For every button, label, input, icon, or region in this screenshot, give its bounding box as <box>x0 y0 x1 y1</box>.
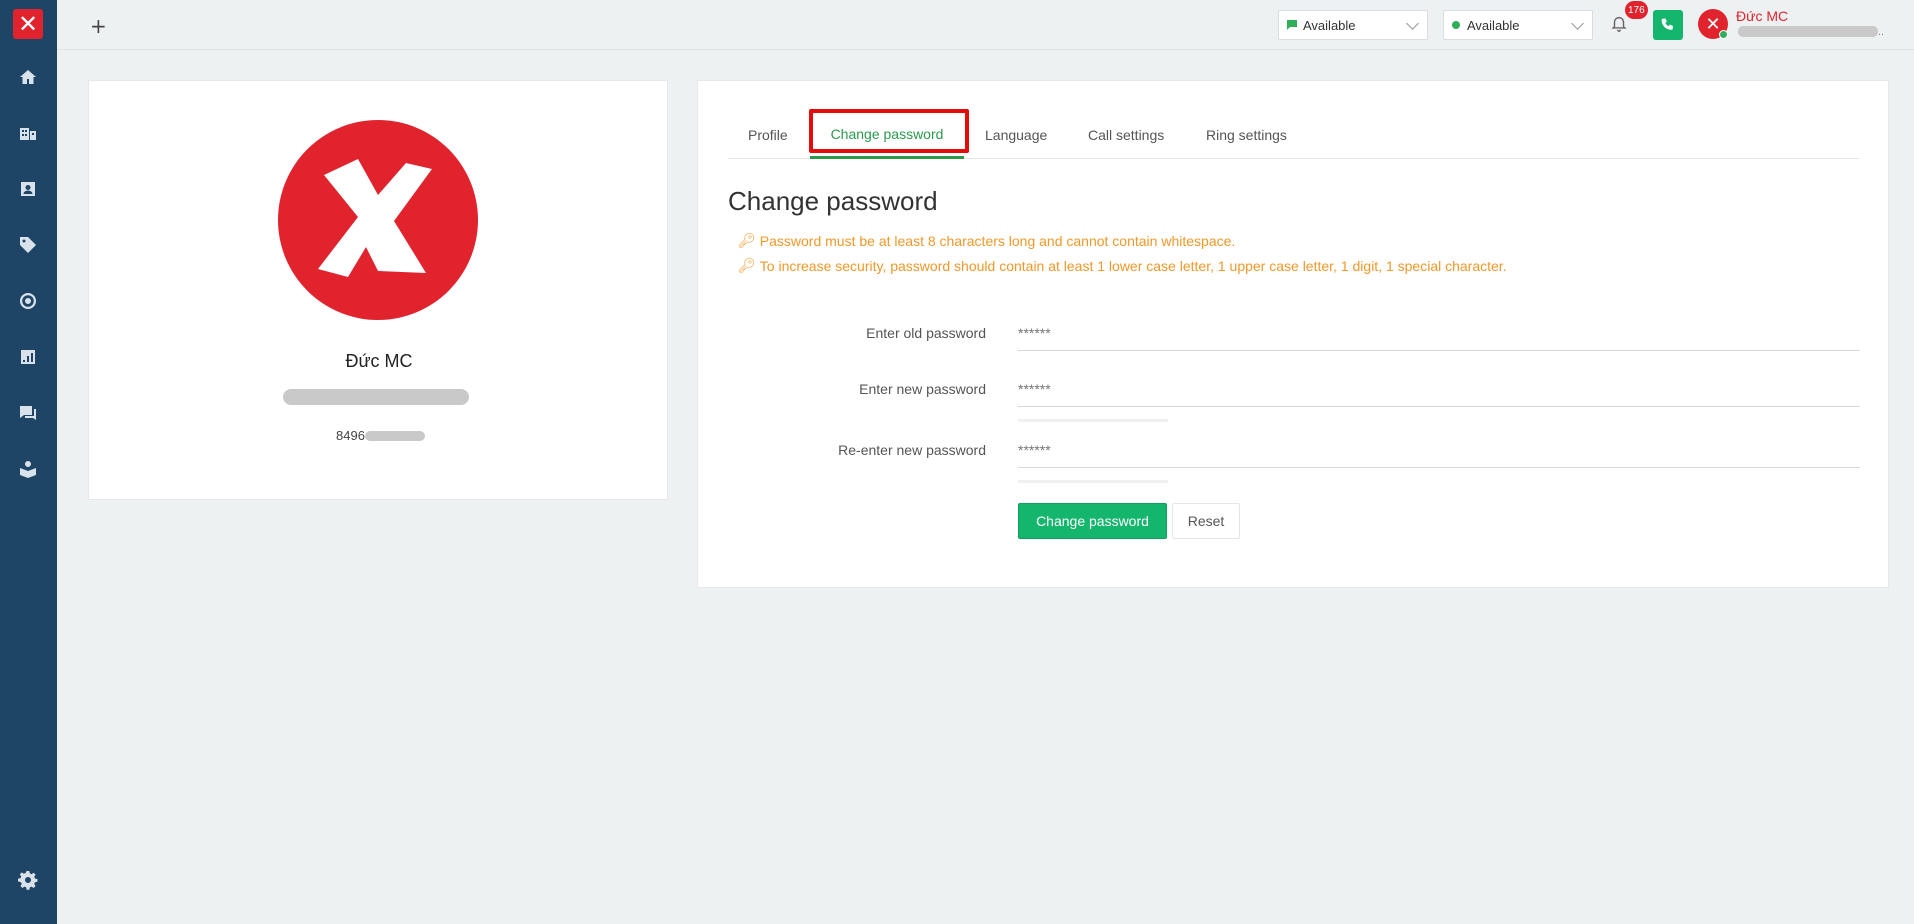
add-tab-button[interactable]: + <box>90 14 107 38</box>
key-icon: 🔑︎ <box>738 258 756 274</box>
user-menu-subtitle-redacted <box>1738 26 1878 37</box>
home-icon[interactable] <box>17 66 39 88</box>
chat-icon[interactable] <box>17 402 39 424</box>
building-icon[interactable] <box>17 122 39 144</box>
old-password-input[interactable] <box>1018 315 1860 351</box>
settings-panel: Profile Change password Language Call se… <box>697 80 1889 588</box>
status-dot-icon <box>1452 21 1460 29</box>
old-password-label: Enter old password <box>866 325 986 341</box>
tag-icon[interactable] <box>17 234 39 256</box>
chat-flag-icon <box>1287 20 1297 30</box>
tab-language[interactable]: Language <box>985 111 1047 159</box>
online-status-dot <box>1719 30 1728 39</box>
chevron-down-icon <box>1406 17 1419 30</box>
hint-text: To increase security, password should co… <box>759 258 1507 274</box>
call-status-value: Available <box>1467 17 1520 33</box>
profile-email-redacted <box>283 389 469 405</box>
profile-phone: 8496 <box>336 428 425 443</box>
section-title: Change password <box>728 186 938 216</box>
notification-count-badge: 176 <box>1625 1 1648 19</box>
target-icon[interactable] <box>17 290 39 312</box>
tab-change-password[interactable]: Change password <box>810 111 964 159</box>
profile-card: Đức MC 8496 <box>88 80 668 500</box>
profile-avatar <box>278 120 478 320</box>
password-hint-complexity: 🔑︎ To increase security, password should… <box>738 258 1507 274</box>
tab-ring-settings[interactable]: Ring settings <box>1206 111 1287 159</box>
change-password-button[interactable]: Change password <box>1018 503 1167 539</box>
tab-profile[interactable]: Profile <box>748 111 788 159</box>
contact-card-icon[interactable] <box>17 178 39 200</box>
new-password-label: Enter new password <box>859 381 986 397</box>
profile-phone-redacted <box>364 430 425 441</box>
user-menu-name[interactable]: Đức MC <box>1736 8 1788 24</box>
tab-call-settings[interactable]: Call settings <box>1088 111 1164 159</box>
profile-name: Đức MC <box>345 351 413 371</box>
profile-phone-prefix: 8496 <box>336 428 365 443</box>
user-menu-subtitle-ellipsis: .. <box>1878 26 1885 38</box>
settings-gear-icon[interactable] <box>17 869 39 891</box>
phone-icon <box>1661 18 1673 30</box>
knowledge-book-icon[interactable] <box>17 458 39 480</box>
brand-x-logo-icon <box>318 159 432 277</box>
new-password-strength-bar <box>1018 419 1168 422</box>
report-chart-icon[interactable] <box>17 346 39 368</box>
confirm-password-input[interactable] <box>1018 432 1860 468</box>
app-logo[interactable]: ✕ <box>13 9 43 39</box>
hint-text: Password must be at least 8 characters l… <box>759 233 1236 249</box>
confirm-password-label: Re-enter new password <box>838 442 986 458</box>
chat-status-select[interactable]: Available <box>1278 10 1428 40</box>
new-password-input[interactable] <box>1018 371 1860 407</box>
key-icon: 🔑︎ <box>738 233 756 249</box>
confirm-password-strength-bar <box>1018 480 1168 483</box>
chat-status-value: Available <box>1303 17 1356 33</box>
reset-button[interactable]: Reset <box>1172 503 1240 539</box>
password-hint-length: 🔑︎ Password must be at least 8 character… <box>738 233 1235 249</box>
call-status-select[interactable]: Available <box>1443 10 1593 40</box>
phone-call-button[interactable] <box>1653 10 1683 40</box>
settings-tabs: Profile Change password Language Call se… <box>728 111 1859 159</box>
sidebar: ✕ <box>0 0 57 924</box>
chevron-down-icon <box>1571 17 1584 30</box>
